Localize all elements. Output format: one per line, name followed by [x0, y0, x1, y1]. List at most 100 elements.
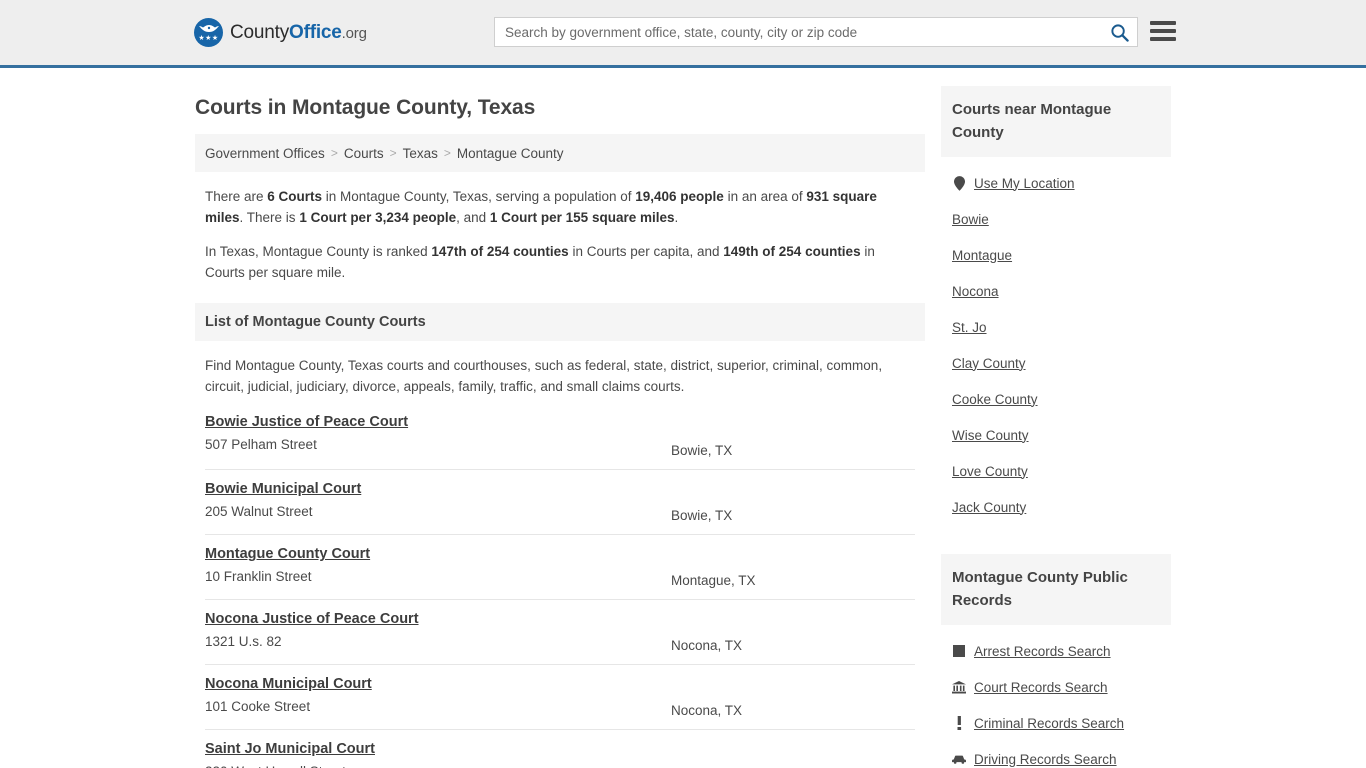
site-header: ★★★ CountyOffice.org: [0, 0, 1366, 68]
sidebar: Courts near Montague County Use My Locat…: [941, 86, 1171, 768]
site-logo[interactable]: ★★★ CountyOffice.org: [194, 18, 367, 47]
nearby-link-label: Use My Location: [974, 175, 1075, 191]
nearby-link-montague[interactable]: Montague: [952, 237, 1160, 273]
fingerprint-icon: [952, 644, 966, 659]
records-link-court-records-search[interactable]: Court Records Search: [952, 669, 1160, 705]
nearby-link-wise-county[interactable]: Wise County: [952, 417, 1160, 453]
nearby-link-label: Bowie: [952, 211, 989, 227]
nearby-link-clay-county[interactable]: Clay County: [952, 345, 1160, 381]
records-link-label: Arrest Records Search: [974, 643, 1111, 659]
court-name-link[interactable]: Nocona Justice of Peace Court: [205, 611, 419, 627]
records-link-label: Driving Records Search: [974, 751, 1117, 767]
stat-value: 1 Court per 3,234 people: [299, 210, 457, 225]
stat-text: . There is: [239, 210, 300, 225]
court-row: Bowie Justice of Peace Court 507 Pelham S…: [205, 405, 915, 470]
public-records-card: Montague County Public Records Arrest Re…: [941, 554, 1171, 768]
logo-text-office: Office: [289, 21, 342, 43]
court-name-link[interactable]: Montague County Court: [205, 546, 370, 562]
stat-text: , and: [456, 210, 490, 225]
exclamation-icon: [952, 716, 966, 731]
nearby-link-love-county[interactable]: Love County: [952, 453, 1160, 489]
records-link-driving-records-search[interactable]: Driving Records Search: [952, 741, 1160, 768]
court-row: Bowie Municipal Court 205 Walnut Street Bo…: [205, 470, 915, 535]
court-address: 205 Walnut Street: [205, 504, 313, 519]
public-records-heading: Montague County Public Records: [941, 554, 1171, 625]
nearby-link-label: Montague: [952, 247, 1013, 263]
stat-value: 6 Courts: [267, 189, 323, 204]
court-row: Montague County Court 10 Franklin Street M…: [205, 535, 915, 600]
search-icon: [1110, 23, 1129, 42]
court-list-heading: List of Montague County Courts: [195, 303, 925, 341]
court-name-link[interactable]: Bowie Municipal Court: [205, 481, 361, 497]
court-city: Nocona, TX: [671, 703, 743, 718]
stat-value: 147th of 254 counties: [431, 244, 569, 259]
public-records-links: Arrest Records Search Court Records Searc…: [941, 625, 1171, 768]
nearby-courts-card: Courts near Montague County Use My Locat…: [941, 86, 1171, 529]
breadcrumb-item-montague-county: Montague County: [456, 145, 564, 161]
nearby-courts-links: Use My Location Bowie Montague Nocona St. Jo…: [941, 157, 1171, 529]
map-pin-icon: [952, 175, 966, 191]
court-city: Nocona, TX: [671, 638, 743, 653]
court-address: 220 West Howell Street: [205, 764, 915, 768]
page-body: Courts in Montague County, Texas Governm…: [0, 68, 1366, 768]
nearby-link-st-jo[interactable]: St. Jo: [952, 309, 1160, 345]
court-name-link[interactable]: Bowie Justice of Peace Court: [205, 414, 408, 430]
breadcrumb-item-courts[interactable]: Courts: [344, 146, 384, 161]
stat-text: In Texas, Montague County is ranked: [205, 244, 432, 259]
statistics-paragraph-1: There are 6 Courts in Montague County, T…: [205, 186, 915, 228]
nearby-link-bowie[interactable]: Bowie: [952, 201, 1160, 237]
nearby-link-jack-county[interactable]: Jack County: [952, 489, 1160, 525]
nearby-courts-heading: Courts near Montague County: [941, 86, 1171, 157]
logo-text: CountyOffice.org: [230, 22, 367, 44]
stat-value: 1 Court per 155 square miles: [489, 210, 675, 225]
stat-text: There are: [205, 189, 268, 204]
nearby-link-label: Jack County: [952, 499, 1027, 515]
nearby-link-label: St. Jo: [952, 319, 987, 335]
nearby-link-label: Nocona: [952, 283, 999, 299]
hamburger-menu-button[interactable]: [1150, 19, 1176, 43]
court-address: 507 Pelham Street: [205, 437, 317, 452]
nearby-link-label: Wise County: [952, 427, 1029, 443]
hamburger-bar-2: [1150, 29, 1176, 33]
records-link-label: Court Records Search: [974, 679, 1108, 695]
nearby-link-nocona[interactable]: Nocona: [952, 273, 1160, 309]
breadcrumb-separator: >: [443, 146, 451, 160]
court-list: Bowie Justice of Peace Court 507 Pelham S…: [195, 405, 925, 768]
car-icon: [952, 752, 966, 767]
nearby-link-label: Cooke County: [952, 391, 1038, 407]
breadcrumb: Government Offices > Courts > Texas > Montague…: [195, 134, 925, 172]
statistics-section: There are 6 Courts in Montague County, T…: [195, 172, 925, 289]
court-city: Bowie, TX: [671, 443, 733, 458]
court-address: 101 Cooke Street: [205, 699, 311, 714]
court-name-link[interactable]: Saint Jo Municipal Court: [205, 741, 375, 757]
breadcrumb-separator: >: [389, 146, 397, 160]
countyoffice-logo-icon: ★★★: [194, 18, 223, 47]
page-title: Courts in Montague County, Texas: [195, 96, 536, 119]
search-input[interactable]: [495, 18, 1101, 46]
search-box[interactable]: [494, 17, 1138, 47]
hamburger-bar-1: [1150, 21, 1176, 25]
nearby-link-label: Clay County: [952, 355, 1026, 371]
breadcrumb-item-texas[interactable]: Texas: [403, 146, 438, 161]
statistics-paragraph-2: In Texas, Montague County is ranked 147t…: [205, 241, 915, 283]
search-button[interactable]: [1101, 18, 1137, 46]
logo-text-org: .org: [341, 24, 367, 42]
stat-value: 149th of 254 counties: [723, 244, 861, 259]
records-link-criminal-records-search[interactable]: Criminal Records Search: [952, 705, 1160, 741]
court-city: Bowie, TX: [671, 508, 733, 523]
stars-icon: ★★★: [198, 35, 219, 42]
court-address: 10 Franklin Street: [205, 569, 312, 584]
court-row: Nocona Municipal Court 101 Cooke Street No…: [205, 665, 915, 730]
courthouse-icon: [952, 680, 966, 695]
nearby-link-use-my-location[interactable]: Use My Location: [952, 165, 1160, 201]
records-link-arrest-records-search[interactable]: Arrest Records Search: [952, 633, 1160, 669]
stat-value: 19,406 people: [635, 189, 724, 204]
breadcrumb-item-government-offices[interactable]: Government Offices: [205, 146, 325, 161]
court-list-description: Find Montague County, Texas courts and c…: [205, 358, 883, 394]
court-name-link[interactable]: Nocona Municipal Court: [205, 676, 372, 692]
main-column: Courts in Montague County, Texas Governm…: [195, 86, 925, 768]
nearby-link-cooke-county[interactable]: Cooke County: [952, 381, 1160, 417]
court-row: Saint Jo Municipal Court 220 West Howell …: [205, 730, 915, 768]
hamburger-bar-3: [1150, 37, 1176, 41]
stat-text: in Courts per capita, and: [568, 244, 724, 259]
